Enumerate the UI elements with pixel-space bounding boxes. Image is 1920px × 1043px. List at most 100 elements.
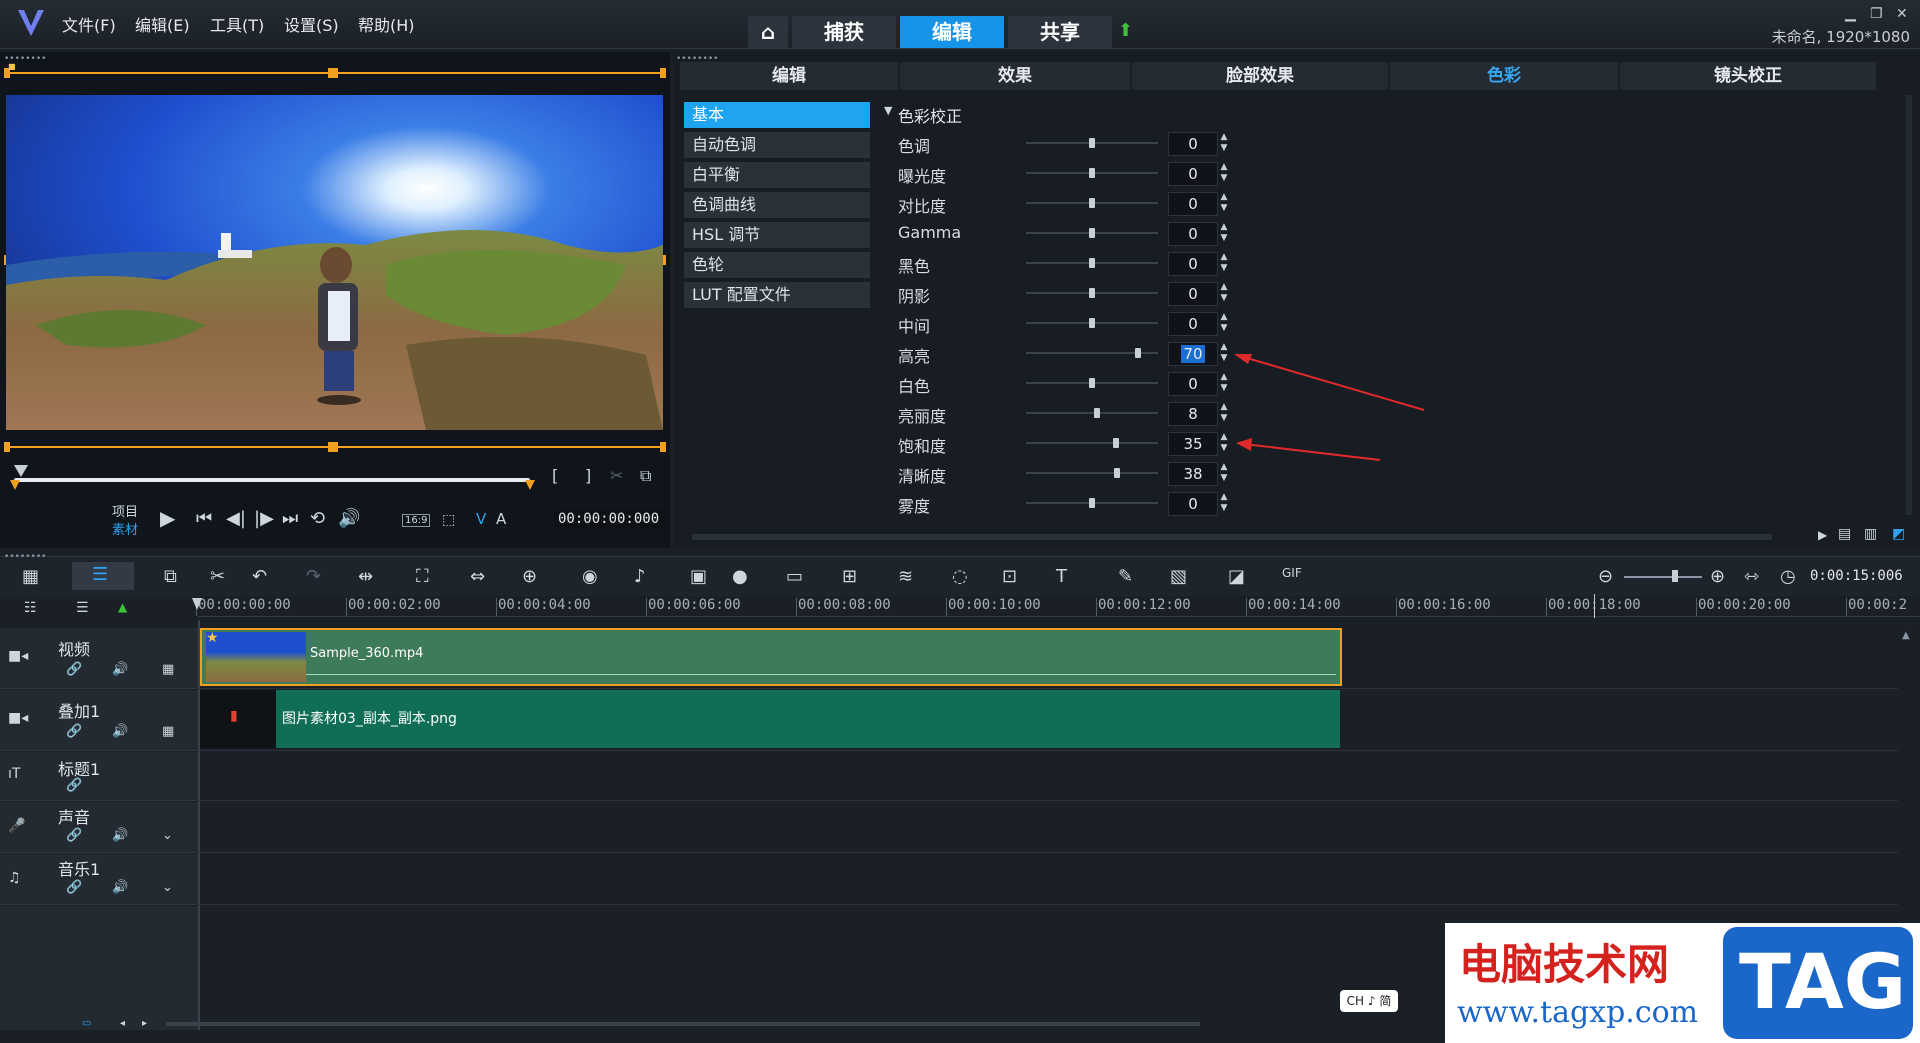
play-button[interactable]: ▶ (160, 506, 175, 530)
fit-project-icon[interactable]: ⇿ (1744, 566, 1759, 587)
adjust-value-input[interactable]: 0 (1168, 282, 1218, 306)
home-button[interactable]: ⌂ (748, 16, 788, 48)
crop-handle-bottom[interactable] (328, 442, 338, 452)
adjust-slider-thumb[interactable] (1094, 408, 1100, 418)
options-vertical-scrollbar[interactable] (1906, 95, 1912, 515)
adjust-slider-thumb[interactable] (1089, 318, 1095, 328)
overlay-clip[interactable]: ▮ 图片素材03_副本_副本.png (200, 690, 1340, 748)
adjust-slider[interactable] (1026, 472, 1158, 474)
aspect-ratio-button[interactable]: 16:9 (402, 514, 431, 527)
view-mode-1-icon[interactable]: ▤ (1838, 526, 1851, 542)
menu-tools[interactable]: 工具(T) (210, 12, 264, 36)
time-remap-icon[interactable]: ◌ (952, 566, 968, 587)
expand-icon[interactable]: ⌄ (162, 880, 173, 895)
link-icon[interactable]: 🔗 (66, 828, 82, 843)
zoom-slider-thumb[interactable] (1672, 570, 1678, 582)
adjust-value-input[interactable]: 0 (1168, 312, 1218, 336)
adjust-spinner-icon[interactable]: ▲ ▼ (1218, 252, 1230, 274)
crop-handle-bottom-left[interactable] (4, 442, 10, 452)
close-icon[interactable]: ✕ (1896, 6, 1908, 22)
fit-timeline-icon[interactable]: ⇹ (358, 566, 373, 587)
adjust-spinner-icon[interactable]: ▲ ▼ (1218, 462, 1230, 484)
adjust-value-input[interactable]: 35 (1168, 432, 1218, 456)
timecode-display[interactable]: 00:00:00:000 (554, 510, 664, 528)
timeline-scroll-up-icon[interactable]: ▲ (1902, 630, 1910, 641)
adjust-slider-thumb[interactable] (1089, 288, 1095, 298)
adjust-value-input[interactable]: 0 (1168, 252, 1218, 276)
title-3d-icon[interactable]: T (1056, 566, 1067, 587)
link-icon[interactable]: 🔗 (66, 778, 82, 793)
adjust-slider-thumb[interactable] (1089, 138, 1095, 148)
overlay-clip-body[interactable]: 图片素材03_副本_副本.png (276, 690, 1340, 748)
adjust-value-input[interactable]: 0 (1168, 492, 1218, 516)
add-track-icon[interactable]: ▲ (118, 600, 127, 614)
adjust-spinner-icon[interactable]: ▲ ▼ (1218, 162, 1230, 184)
ruler-icon[interactable]: ◪ (1228, 566, 1245, 587)
audio-track-toggle[interactable]: A (496, 510, 506, 528)
next-frame-button[interactable]: |▶ (254, 508, 274, 529)
go-start-button[interactable]: ⏮ (196, 508, 212, 529)
split-clip-icon[interactable]: ✂ (610, 466, 623, 485)
adjust-slider-thumb[interactable] (1089, 228, 1095, 238)
adjust-value-input[interactable]: 70 (1168, 342, 1218, 366)
mute-icon[interactable]: 🔊 (112, 880, 128, 895)
color-grading-icon[interactable]: ◉ (582, 566, 598, 587)
category-basic[interactable]: 基本 (684, 102, 870, 128)
adjust-value-input[interactable]: 38 (1168, 462, 1218, 486)
copy-clip-icon[interactable]: ⧉ (640, 466, 651, 486)
gif-icon[interactable]: GIF (1282, 566, 1302, 580)
adjust-value-input[interactable]: 0 (1168, 372, 1218, 396)
mute-icon[interactable]: 🔊 (112, 662, 128, 677)
menu-edit[interactable]: 编辑(E) (135, 12, 190, 36)
motion-icon[interactable]: ≋ (898, 566, 913, 587)
category-color-wheel[interactable]: 色轮 (684, 252, 870, 278)
volume-icon[interactable]: 🔊 (338, 508, 360, 529)
prev-frame-button[interactable]: ◀| (226, 508, 246, 529)
view-mode-2-icon[interactable]: ▥ (1864, 526, 1877, 542)
subtab-edit[interactable]: 编辑 (680, 62, 899, 90)
restore-icon[interactable]: ❐ (1870, 6, 1883, 22)
adjust-spinner-icon[interactable]: ▲ ▼ (1218, 402, 1230, 424)
scroll-left-icon[interactable]: ◂ (120, 1018, 125, 1029)
expand-icon[interactable]: ⌄ (162, 828, 173, 843)
ime-indicator[interactable]: CH ♪ 简 (1340, 990, 1398, 1012)
adjust-spinner-icon[interactable]: ▲ ▼ (1218, 282, 1230, 304)
timeline-scrollbar[interactable] (166, 1022, 1200, 1026)
adjust-spinner-icon[interactable]: ▲ ▼ (1218, 192, 1230, 214)
crop-handle-bottom-right[interactable] (660, 442, 666, 452)
adjust-slider-thumb[interactable] (1135, 348, 1141, 358)
panel-grip-timeline[interactable]: •••••••• (4, 552, 46, 562)
menu-file[interactable]: 文件(F) (62, 12, 116, 36)
video-clip[interactable]: ★ Sample_360.mp4 (200, 628, 1342, 686)
adjust-spinner-icon[interactable]: ▲ ▼ (1218, 222, 1230, 244)
upload-icon[interactable]: ⬆ (1118, 20, 1133, 41)
timeline-view-button[interactable]: ☰ (72, 562, 134, 590)
menu-help[interactable]: 帮助(H) (358, 12, 415, 36)
category-hsl[interactable]: HSL 调节 (684, 222, 870, 248)
link-icon[interactable]: 🔗 (66, 662, 82, 677)
split-layout-icon[interactable]: ⊞ (842, 566, 857, 587)
category-white-balance[interactable]: 白平衡 (684, 162, 870, 188)
view-mode-3-icon[interactable]: ◩ (1892, 526, 1905, 542)
adjust-spinner-icon[interactable]: ▲ ▼ (1218, 132, 1230, 154)
mute-icon[interactable]: 🔊 (112, 828, 128, 843)
chart-icon[interactable]: ▧ (1170, 566, 1187, 587)
storyboard-view-icon[interactable]: ▦ (22, 566, 39, 587)
subtab-face-effect[interactable]: 脸部效果 (1132, 62, 1389, 90)
subtab-color[interactable]: 色彩 (1390, 62, 1619, 90)
menu-settings[interactable]: 设置(S) (284, 12, 339, 36)
copy-icon[interactable]: ⧉ (164, 566, 177, 587)
mark-in-button[interactable]: [ (552, 466, 558, 485)
track-header-overlay[interactable]: ■◂ 叠加1 🔗 🔊 ▦ (0, 690, 198, 751)
crop-icon[interactable]: ⊡ (1002, 566, 1017, 587)
crop-handle-top-right[interactable] (660, 68, 666, 78)
redo-icon[interactable]: ↷ (306, 566, 321, 587)
subtab-effect[interactable]: 效果 (900, 62, 1131, 90)
crop-handle-top[interactable] (328, 68, 338, 78)
adjust-spinner-icon[interactable]: ▲ ▼ (1218, 312, 1230, 334)
audio-icon[interactable]: ♪ (634, 566, 646, 587)
subtab-lens-correction[interactable]: 镜头校正 (1620, 62, 1877, 90)
adjust-spinner-icon[interactable]: ▲ ▼ (1218, 432, 1230, 454)
options-horizontal-scrollbar[interactable] (692, 534, 1772, 540)
multicam-icon[interactable]: ● (732, 566, 748, 587)
